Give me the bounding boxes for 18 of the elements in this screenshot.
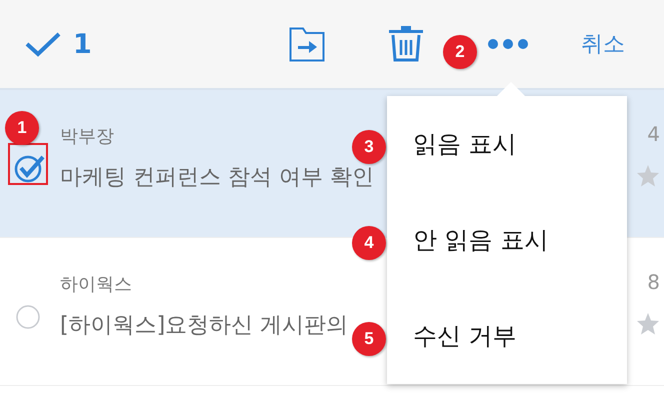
- selected-count: 1: [73, 28, 93, 60]
- delete-button[interactable]: [389, 26, 423, 62]
- message-subject: 마케팅 컨퍼런스 참석 여부 확인: [60, 164, 374, 192]
- message-date: 8: [647, 270, 660, 294]
- menu-item[interactable]: 수신 거부: [387, 288, 627, 384]
- more-icon: [487, 38, 529, 50]
- trash-icon: [389, 26, 423, 62]
- star-icon[interactable]: [636, 164, 660, 187]
- menu-item[interactable]: 읽음 표시: [387, 96, 627, 192]
- message-date: 4: [647, 122, 660, 146]
- move-folder-button[interactable]: [289, 26, 325, 62]
- message-subject: [하이웍스]요청하신 게시판의: [60, 312, 348, 340]
- folder-arrow-icon: [289, 26, 325, 62]
- menu-item[interactable]: 안 읽음 표시: [387, 192, 627, 288]
- checkmark-icon: [25, 31, 61, 57]
- sender-name: 박부장: [60, 125, 114, 148]
- sender-name: 하이웍스: [60, 273, 132, 296]
- star-icon[interactable]: [636, 312, 660, 335]
